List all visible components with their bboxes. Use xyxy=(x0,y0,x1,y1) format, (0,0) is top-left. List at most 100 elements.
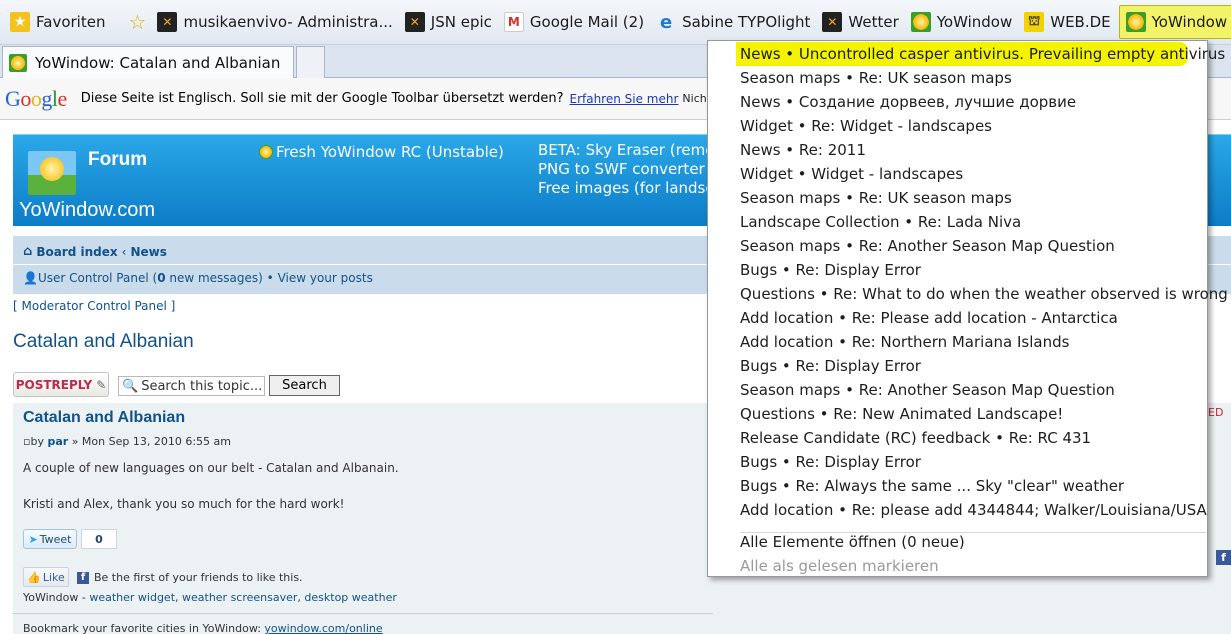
feed-item[interactable]: Widget • Widget - landscapes xyxy=(708,162,1207,186)
add-favorite-button[interactable]: ☆ xyxy=(123,5,151,39)
bookmark-prefix: Bookmark your favorite cities in YoWindo… xyxy=(23,622,265,634)
favorite-label: WEB.DE xyxy=(1050,13,1111,31)
search-icon: 🔍 xyxy=(122,378,139,394)
header-link-png-converter[interactable]: PNG to SWF converter xyxy=(538,160,723,179)
edit-post-button[interactable]: ED xyxy=(1208,406,1223,419)
signature-divider xyxy=(13,613,713,614)
post-body-line: A couple of new languages on our belt - … xyxy=(23,461,399,475)
feed-item[interactable]: Release Candidate (RC) feedback • Re: RC… xyxy=(708,426,1207,450)
header-link-sky-eraser[interactable]: BETA: Sky Eraser (remo xyxy=(538,141,723,160)
joomla-icon: ✕ xyxy=(157,12,178,32)
feed-item[interactable]: Bugs • Re: Display Error xyxy=(708,258,1207,282)
moderator-control-panel-link[interactable]: [ Moderator Control Panel ] xyxy=(13,299,175,313)
favorite-link-wetter[interactable]: ✕ Wetter xyxy=(816,5,904,39)
site-name[interactable]: YoWindow.com xyxy=(19,199,155,222)
feed-item[interactable]: Season maps • Re: Another Season Map Que… xyxy=(708,378,1207,402)
search-placeholder: Search this topic... xyxy=(141,378,263,394)
bookmark-line: Bookmark your favorite cities in YoWindo… xyxy=(23,622,383,634)
favorites-button[interactable]: ★ Favoriten xyxy=(4,5,111,39)
webde-icon: ⛫ xyxy=(1024,12,1045,32)
feed-item[interactable]: Bugs • Re: Display Error xyxy=(708,354,1207,378)
yowindow-logo[interactable] xyxy=(28,151,76,195)
feed-item[interactable]: Questions • Re: New Animated Landscape! xyxy=(708,402,1207,426)
like-label: Like xyxy=(42,570,65,584)
feed-item[interactable]: Season maps • Re: UK season maps xyxy=(708,66,1207,90)
feed-item[interactable]: News • Создание дорвеев, лучшие дорвие xyxy=(708,90,1207,114)
feed-item[interactable]: Landscape Collection • Re: Lada Niva xyxy=(708,210,1207,234)
tab-title: YoWindow: Catalan and Albanian xyxy=(35,53,281,72)
new-tab-button[interactable] xyxy=(296,46,325,78)
pencil-icon: ✎ xyxy=(96,377,107,392)
forum-title: Forum xyxy=(88,149,148,170)
star-icon: ★ xyxy=(10,12,30,32)
translate-message: Diese Seite ist Englisch. Soll sie mit d… xyxy=(80,91,564,106)
feed-item[interactable]: News • Re: 2011 xyxy=(708,138,1207,162)
favorite-link-google-mail[interactable]: M Google Mail (2) xyxy=(498,5,650,39)
feed-item[interactable]: Season maps • Re: UK season maps xyxy=(708,186,1207,210)
post-reply-label: POSTREPLY xyxy=(15,377,93,392)
favorite-link-sabine-typolight[interactable]: e Sabine TYPOlight xyxy=(650,5,816,39)
tab-yowindow-catalan[interactable]: YoWindow: Catalan and Albanian xyxy=(2,46,294,78)
search-topic-input[interactable]: 🔍 Search this topic... xyxy=(118,376,265,396)
favorite-link-yowindow[interactable]: YoWindow xyxy=(905,5,1019,39)
post-by-label: by xyxy=(30,435,44,448)
favorites-bar: ★ Favoriten ☆ ✕ musikaenvivo- Administra… xyxy=(0,0,1231,45)
signature-prefix: YoWindow - xyxy=(23,591,90,604)
post-body-line: Kristi and Alex, thank you so much for t… xyxy=(23,497,345,511)
breadcrumb-news[interactable]: News xyxy=(130,245,166,259)
yowindow-icon xyxy=(259,145,273,159)
open-all-items[interactable]: Alle Elemente öffnen (0 neue) xyxy=(708,530,1207,554)
breadcrumb-separator: ‹ xyxy=(121,244,127,259)
breadcrumb-board-index[interactable]: Board index xyxy=(36,245,117,259)
browser-window: ★ Favoriten ☆ ✕ musikaenvivo- Administra… xyxy=(0,0,1231,634)
joomla-icon: ✕ xyxy=(822,12,843,32)
search-button[interactable]: Search xyxy=(269,375,340,396)
twitter-bird-icon: ➤ xyxy=(28,532,38,546)
favorite-link-musikaenvivo[interactable]: ✕ musikaenvivo- Administra... xyxy=(151,5,398,39)
post-reply-button[interactable]: POSTREPLY ✎ xyxy=(13,372,109,397)
fresh-yowindow-link[interactable]: Fresh YoWindow RC (Unstable) xyxy=(259,143,504,161)
post-author-link[interactable]: par xyxy=(47,435,68,448)
feed-item[interactable]: Bugs • Re: Always the same ... Sky "clea… xyxy=(708,474,1207,498)
favorite-label: Wetter xyxy=(848,13,899,31)
view-your-posts-link[interactable]: View your posts xyxy=(278,271,373,285)
favorite-feed-yowindow-forum[interactable]: YoWindow Forum ▼ xyxy=(1118,5,1231,39)
favorite-label: musikaenvivo- Administra... xyxy=(183,13,393,31)
tweet-button[interactable]: ➤ Tweet xyxy=(23,529,77,549)
post-title[interactable]: Catalan and Albanian xyxy=(23,409,185,427)
header-link-free-images[interactable]: Free images (for landsca xyxy=(538,179,723,198)
feed-dropdown-menu: News • Uncontrolled casper antivirus. Pr… xyxy=(707,40,1231,577)
facebook-share-icon[interactable]: f xyxy=(1216,550,1231,565)
yowindow-icon xyxy=(9,53,27,72)
feed-item[interactable]: News • Uncontrolled casper antivirus. Pr… xyxy=(736,42,1231,66)
yowindow-icon xyxy=(1125,12,1146,32)
add-favorite-icon: ☆ xyxy=(128,10,147,34)
learn-more-link[interactable]: Erfahren Sie mehr xyxy=(569,92,678,106)
feed-item[interactable]: Add location • Re: please add 4344844; W… xyxy=(708,498,1207,522)
favorite-label: Sabine TYPOlight xyxy=(682,13,811,31)
favorite-label: JSN epic xyxy=(430,13,492,31)
favorite-link-jsn-epic[interactable]: ✕ JSN epic xyxy=(399,5,498,39)
feed-item[interactable]: Bugs • Re: Display Error xyxy=(708,450,1207,474)
ucp-link-prefix[interactable]: User Control Panel ( xyxy=(38,271,157,285)
feed-item[interactable]: Widget • Re: Widget - landscapes xyxy=(708,114,1207,138)
feed-item[interactable]: Add location • Re: Please add location -… xyxy=(708,306,1207,330)
feed-item[interactable]: Add location • Re: Northern Mariana Isla… xyxy=(708,330,1207,354)
bookmark-link[interactable]: yowindow.com/online xyxy=(264,622,382,634)
yowindow-icon xyxy=(910,12,931,32)
bullet-separator: • xyxy=(262,271,278,285)
feed-item[interactable]: Season maps • Re: Another Season Map Que… xyxy=(708,234,1207,258)
like-message: Be the first of your friends to like thi… xyxy=(94,571,303,584)
favorite-link-webde[interactable]: ⛫ WEB.DE xyxy=(1018,5,1116,39)
favorite-label: Google Mail (2) xyxy=(529,13,645,31)
gmail-icon: M xyxy=(503,12,524,32)
signature-links[interactable]: weather widget, weather screensaver, des… xyxy=(89,591,397,604)
feed-item[interactable]: Questions • Re: What to do when the weat… xyxy=(708,282,1228,306)
thumbs-up-icon: 👍 xyxy=(27,570,41,584)
page-title[interactable]: Catalan and Albanian xyxy=(13,331,194,353)
ie-icon: e xyxy=(659,11,673,33)
ucp-message-count[interactable]: 0 xyxy=(157,271,165,285)
ucp-link-suffix[interactable]: new messages) xyxy=(166,271,262,285)
google-logo: Google xyxy=(5,85,67,111)
facebook-like-button[interactable]: 👍 Like xyxy=(23,567,69,587)
